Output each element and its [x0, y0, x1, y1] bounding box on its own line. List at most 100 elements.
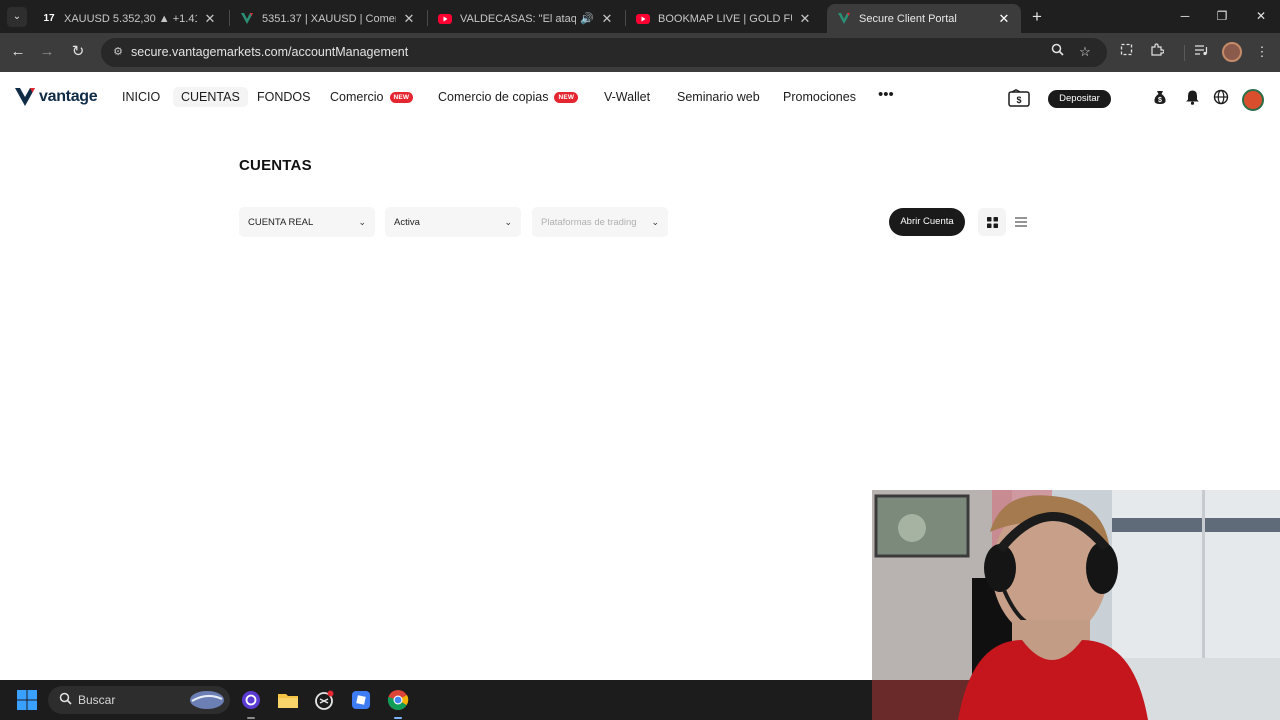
browser-tab[interactable]: 17 XAUUSD 5.352,30 ▲ +1.41% Es ✕ [32, 4, 227, 33]
site-header: vantage INICIO CUENTAS FONDOS Comercio N… [0, 72, 1280, 127]
tab-title: XAUUSD 5.352,30 ▲ +1.41% Es [64, 12, 197, 25]
tab-close-icon[interactable]: ✕ [203, 11, 217, 27]
nav-item-comercio-de-copias[interactable]: Comercio de copias NEW [438, 90, 579, 104]
roblox-app-icon[interactable] [350, 689, 372, 711]
nav-label: INICIO [122, 90, 161, 104]
nav-item-v-wallet[interactable]: V-Wallet [604, 90, 650, 104]
nav-item-inicio[interactable]: INICIO [122, 90, 160, 104]
nav-item-promociones[interactable]: Promociones [783, 90, 856, 104]
forward-icon[interactable]: → [37, 42, 57, 62]
zoom-icon[interactable] [1048, 43, 1066, 61]
youtube-favicon-icon [438, 12, 452, 26]
tab-title: VALDECASAS: "El ataque a l [460, 12, 577, 25]
open-account-button[interactable]: Abrir Cuenta [889, 208, 965, 236]
active-app-indicator [394, 717, 402, 719]
notification-bell-icon[interactable] [1181, 89, 1203, 111]
vantage-favicon-icon [240, 12, 254, 26]
status-select[interactable]: Activa ⌄ [385, 207, 521, 237]
nav-item-seminario-web[interactable]: Seminario web [677, 90, 760, 104]
screenshot-icon[interactable] [1117, 43, 1135, 61]
chevron-down-icon: ⌄ [651, 216, 659, 227]
search-icon [57, 692, 73, 708]
grid-icon [986, 216, 998, 228]
deposit-button[interactable]: Depositar [1048, 90, 1111, 108]
windows-start-icon[interactable] [16, 689, 38, 711]
tab-title: 5351.37 | XAUUSD | Comercio v [262, 12, 396, 25]
browser-tab[interactable]: VALDECASAS: "El ataque a l 🔊 ✕ [428, 4, 624, 33]
platform-select[interactable]: Plataformas de trading ⌄ [532, 207, 668, 237]
bookmark-star-icon[interactable]: ☆ [1076, 43, 1094, 61]
windows-taskbar: Buscar [0, 680, 872, 720]
tab-close-icon[interactable]: ✕ [402, 11, 416, 27]
running-app-indicator [247, 717, 255, 719]
tab-title: BOOKMAP LIVE | GOLD FUTUR [658, 12, 792, 25]
account-type-value: CUENTA REAL [248, 216, 314, 228]
browser-tab-strip: ⌄ 17 XAUUSD 5.352,30 ▲ +1.41% Es ✕ 5351.… [0, 0, 1280, 33]
new-badge: NEW [389, 91, 414, 103]
media-control-icon[interactable] [1192, 43, 1210, 61]
page-title: CUENTAS [239, 157, 312, 174]
more-menu-icon[interactable]: ••• [878, 86, 894, 103]
new-badge: NEW [554, 91, 579, 103]
taskbar-search[interactable]: Buscar [48, 686, 230, 714]
tab-close-icon[interactable]: ✕ [997, 11, 1011, 27]
nav-label: Seminario web [677, 90, 760, 104]
chatgpt-app-icon[interactable] [313, 689, 335, 711]
language-globe-icon[interactable] [1210, 89, 1232, 111]
deposit-cash-icon[interactable]: $ [1007, 89, 1031, 111]
chevron-down-icon: ⌄ [358, 216, 366, 227]
window-close-icon[interactable]: ✕ [1250, 6, 1272, 26]
tab-search-icon[interactable]: ⌄ [7, 7, 27, 27]
list-icon [1015, 217, 1027, 227]
status-value: Activa [394, 216, 420, 228]
user-avatar[interactable] [1242, 89, 1264, 111]
back-icon[interactable]: ← [8, 42, 28, 62]
browser-toolbar: ← → ↻ ⚙ secure.vantagemarkets.com/accoun… [0, 33, 1280, 72]
file-explorer-icon[interactable] [277, 689, 299, 711]
nav-item-cuentas[interactable]: CUENTAS [173, 87, 248, 107]
nav-item-fondos[interactable]: FONDOS [257, 90, 310, 104]
webcam-video-image [872, 490, 1280, 720]
extensions-icon[interactable] [1148, 43, 1166, 61]
nav-item-comercio[interactable]: Comercio NEW [330, 90, 414, 104]
svg-text:$: $ [1158, 97, 1162, 104]
kebab-menu-icon[interactable]: ⋮ [1253, 43, 1271, 61]
nav-label: CUENTAS [181, 90, 240, 104]
audio-playing-icon[interactable]: 🔊 [580, 12, 594, 25]
toolbar-separator [1184, 45, 1185, 61]
nav-label: Comercio de copias [438, 90, 549, 104]
youtube-favicon-icon [636, 12, 650, 26]
svg-text:$: $ [1016, 95, 1021, 105]
vantage-favicon-icon [837, 12, 851, 26]
new-tab-icon[interactable]: + [1027, 7, 1047, 27]
nav-label: Promociones [783, 90, 856, 104]
tab-title: Secure Client Portal [859, 12, 957, 25]
browser-tab[interactable]: 5351.37 | XAUUSD | Comercio v ✕ [230, 4, 426, 33]
grid-view-toggle[interactable] [978, 208, 1006, 236]
reload-icon[interactable]: ↻ [68, 42, 88, 62]
account-type-select[interactable]: CUENTA REAL ⌄ [239, 207, 375, 237]
brand-name: vantage [39, 88, 98, 105]
profile-avatar[interactable] [1222, 42, 1242, 62]
list-view-toggle[interactable] [1007, 208, 1035, 236]
platform-placeholder: Plataformas de trading [541, 216, 637, 228]
tab-close-icon[interactable]: ✕ [798, 11, 812, 27]
restore-icon[interactable]: ❐ [1211, 6, 1233, 26]
minimize-icon[interactable]: ─ [1174, 6, 1196, 26]
nav-label: Comercio [330, 90, 384, 104]
browser-tab-active[interactable]: Secure Client Portal ✕ [827, 4, 1021, 33]
browser-tab[interactable]: BOOKMAP LIVE | GOLD FUTUR ✕ [626, 4, 822, 33]
search-highlight-icon [190, 691, 224, 709]
chevron-down-icon: ⌄ [504, 216, 512, 227]
site-info-icon[interactable]: ⚙ [109, 43, 127, 61]
url-text[interactable]: secure.vantagemarkets.com/accountManagem… [131, 45, 408, 59]
address-bar[interactable]: ⚙ secure.vantagemarkets.com/accountManag… [101, 38, 1107, 67]
vantage-logo[interactable]: vantage [15, 87, 98, 107]
webcam-overlay [872, 490, 1280, 720]
tab-close-icon[interactable]: ✕ [600, 11, 614, 27]
nav-label: V-Wallet [604, 90, 651, 104]
taskbar-search-label: Buscar [78, 693, 116, 707]
money-bag-icon[interactable]: $ [1149, 89, 1171, 111]
chrome-app-icon[interactable] [387, 689, 409, 711]
copilot-app-icon[interactable] [240, 689, 262, 711]
